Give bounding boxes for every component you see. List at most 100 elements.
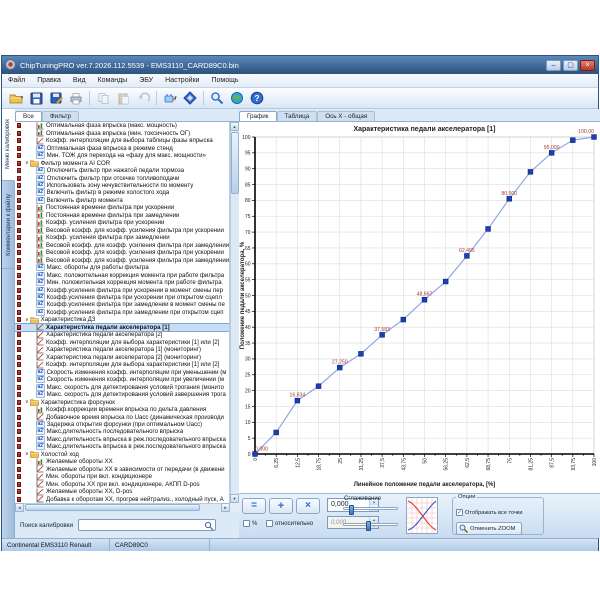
data-point[interactable] <box>592 135 597 140</box>
tree-item[interactable]: a2Макс. обороты для работы фильтра <box>15 264 229 271</box>
tree-item[interactable]: Весовой коэфф. для коэфф. усиления фильт… <box>15 227 229 234</box>
tree-item[interactable]: a2Задержка открытия форсунки (при оптима… <box>15 421 229 428</box>
help-button[interactable]: ? <box>247 90 267 107</box>
tree-item[interactable]: Мин. обороты при вкл. кондиционере <box>15 473 229 480</box>
data-point[interactable] <box>464 253 469 258</box>
relative-checkbox[interactable]: относительно <box>266 520 313 527</box>
menu-item[interactable]: Вид <box>67 77 92 84</box>
tree-item[interactable]: Коэфф. интерполяции для выбора характери… <box>15 361 229 368</box>
tree-item[interactable]: Весовой коэфф. для коэфф. усиления фильт… <box>15 249 229 256</box>
paste-button[interactable] <box>113 90 133 107</box>
tree-item[interactable]: Характеристика педали акселератора [1] (… <box>15 346 229 353</box>
tree-item[interactable]: Характеристика педали акселератора [2] (… <box>15 354 229 361</box>
side-tab[interactable]: Меню калибровок <box>2 109 15 181</box>
tree-item[interactable]: Желаемые обороты ХХ, D-pos <box>15 488 229 495</box>
percent-checkbox[interactable]: % <box>243 520 257 527</box>
tree-item[interactable]: a2Скорость изменения коэфф. интерполяции… <box>15 376 229 383</box>
tree-item[interactable]: a2Оптимальная фаза впрыска в режиме стен… <box>15 144 229 151</box>
tree-item[interactable]: Оптимальная фаза впрыска (мин. токсичнос… <box>15 129 229 136</box>
save-button[interactable] <box>26 90 46 107</box>
scroll-right-icon[interactable]: ► <box>221 503 230 512</box>
tree-vertical-scrollbar[interactable]: ▲ ▼ <box>230 122 239 503</box>
tree-item[interactable]: a2Мин. ТОЖ для перехода на «фазу для мак… <box>15 152 229 159</box>
slider-thumb[interactable] <box>349 505 354 515</box>
data-point[interactable] <box>380 332 385 337</box>
tab[interactable]: Ось X - общая <box>317 111 375 121</box>
smoothing-slider-2[interactable] <box>343 523 398 526</box>
multiply-button[interactable]: × <box>296 498 320 514</box>
scroll-up-icon[interactable]: ▲ <box>230 122 239 131</box>
internet-update-button[interactable] <box>227 90 247 107</box>
maximize-button[interactable]: ▢ <box>563 60 578 71</box>
scroll-left-icon[interactable]: ◄ <box>15 503 24 512</box>
print-button[interactable] <box>66 90 86 107</box>
tree-item[interactable]: a2Коэфф.усиления фильтра при замедлении … <box>15 309 229 316</box>
menu-item[interactable]: Файл <box>2 77 31 84</box>
tree-item[interactable]: a2Коэфф.усиления фильтра при замедлении … <box>15 301 229 308</box>
search-input[interactable] <box>78 519 216 531</box>
curve-preview[interactable] <box>406 497 438 534</box>
smoothing-slider-1[interactable] <box>343 507 398 510</box>
tree-item[interactable]: a2Коэфф.усиления фильтра при ускорении в… <box>15 286 229 293</box>
minimize-button[interactable]: – <box>546 60 561 71</box>
tree-item[interactable]: Характеристика педали акселератора [1] <box>15 324 229 331</box>
menu-item[interactable]: Настройки <box>159 77 205 84</box>
add-value-button[interactable]: + <box>269 498 293 514</box>
menu-item[interactable]: ЭБУ <box>133 77 159 84</box>
close-button[interactable]: × <box>580 60 595 71</box>
tree-item[interactable]: Коэфф. интерполяции для выбора таблицы ф… <box>15 137 229 144</box>
tree-item[interactable]: a2Мин. положительная коррекция момента п… <box>15 279 229 286</box>
tab[interactable]: График <box>239 111 277 121</box>
search-chip-button[interactable] <box>207 90 227 107</box>
tree-item[interactable]: Мин. обороты ХХ при вкл. кондиционере, А… <box>15 481 229 488</box>
scroll-down-icon[interactable]: ▼ <box>230 494 239 503</box>
tree-item[interactable]: a2Использовать зону нечувствительности п… <box>15 182 229 189</box>
data-point[interactable] <box>295 398 300 403</box>
expander-icon[interactable]: ∨ <box>25 160 29 166</box>
tree-item[interactable]: a2Включить фильтр в режиме холостого ход… <box>15 189 229 196</box>
slider-thumb[interactable] <box>366 521 371 531</box>
tree-item[interactable]: Коэфф. усиления фильтра при замедлении <box>15 234 229 241</box>
data-point[interactable] <box>422 297 427 302</box>
tree-item[interactable]: a2Макс. скорость для детектирования усло… <box>15 383 229 390</box>
tree-item[interactable]: Коэфф. интерполяции для выбора характери… <box>15 339 229 346</box>
tree-item[interactable]: ∨Характеристика форсунок <box>15 398 229 405</box>
data-point[interactable] <box>443 279 448 284</box>
tree-item[interactable]: Характеристика педали акселератора [2] <box>15 331 229 338</box>
tree-item[interactable]: a2Коэфф.усиления фильтра при ускорении п… <box>15 294 229 301</box>
tree-item[interactable]: a2Макс. скорость для детектирования усло… <box>15 391 229 398</box>
data-point[interactable] <box>337 365 342 370</box>
title-bar[interactable]: ChipTuningPRO ver.7.2026.112.5539 - EMS3… <box>2 56 598 74</box>
data-point[interactable] <box>528 169 533 174</box>
tree-item[interactable]: Добавочное время впрыска по Uacc (динами… <box>15 413 229 420</box>
menu-item[interactable]: Команды <box>92 77 134 84</box>
data-point[interactable] <box>507 196 512 201</box>
tree-item[interactable]: Добавка к оборотам ХХ, прогрев нейтрализ… <box>15 495 229 502</box>
tree-item[interactable]: Коэфф.коррекции времени впрыска по дельт… <box>15 406 229 413</box>
data-point[interactable] <box>274 430 279 435</box>
tree-item[interactable]: ∨Холостой ход <box>15 451 229 458</box>
tree-horizontal-scrollbar[interactable]: ◄ ► <box>15 503 230 512</box>
copy-button[interactable] <box>93 90 113 107</box>
pedal-characteristic-chart[interactable]: 0510152025303540455055606570758085909510… <box>239 122 600 493</box>
side-tab[interactable]: Комментарии к файлу <box>2 181 15 269</box>
data-point[interactable] <box>359 351 364 356</box>
data-point[interactable] <box>486 227 491 232</box>
tree-item[interactable]: a2Отключить фильтр при нажатой педали то… <box>15 167 229 174</box>
tree-item[interactable]: Весовой коэфф. для коэфф. усиления фильт… <box>15 256 229 263</box>
undo-button[interactable] <box>133 90 153 107</box>
tree-item[interactable]: ∨Фильтр момента AI COR <box>15 159 229 166</box>
tree-item[interactable]: a2Макс.длительность впрыска в реж.послед… <box>15 436 229 443</box>
tree-item[interactable]: a2Отключить фильтр при отсечке топливопо… <box>15 174 229 181</box>
tree-item[interactable]: Оптимальная фаза впрыска (макс. мощность… <box>15 122 229 129</box>
menu-item[interactable]: Правка <box>31 77 67 84</box>
set-equal-button[interactable]: = <box>242 498 266 514</box>
tree-item[interactable]: Постоянная времени фильтра при замедлени… <box>15 212 229 219</box>
tab[interactable]: Все <box>15 111 42 121</box>
scroll-thumb[interactable] <box>25 504 200 511</box>
tree-item[interactable]: ∨Характеристика ДЗ <box>15 316 229 323</box>
tree-item[interactable]: Коэфф. усиления фильтра при ускорении <box>15 219 229 226</box>
data-point[interactable] <box>549 150 554 155</box>
data-point[interactable] <box>316 384 321 389</box>
tree-item[interactable]: Весовой коэфф. для коэфф. усиления фильт… <box>15 242 229 249</box>
